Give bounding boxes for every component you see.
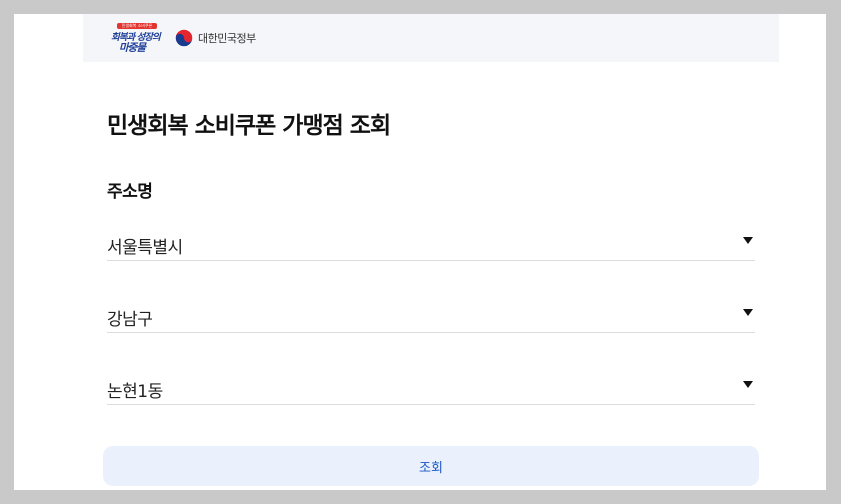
header-bar: 민생회복 소비쿠폰 회복과 성장의 마중물 대한민국정부 (83, 14, 779, 62)
campaign-logo-line2: 마중물 (119, 42, 146, 54)
page-title: 민생회복 소비쿠폰 가맹점 조회 (107, 113, 391, 139)
sido-value: 서울특별시 (107, 238, 183, 258)
caret-down-icon (743, 381, 753, 388)
dong-value: 논현1동 (107, 382, 163, 402)
sigungu-select[interactable]: 강남구 (107, 298, 755, 333)
gov-logo[interactable]: 대한민국정부 (175, 27, 256, 49)
caret-down-icon (743, 309, 753, 316)
address-label: 주소명 (107, 182, 153, 202)
sigungu-value: 강남구 (107, 310, 153, 330)
search-button[interactable]: 조회 (103, 446, 759, 486)
campaign-logo[interactable]: 민생회복 소비쿠폰 회복과 성장의 마중물 (109, 23, 165, 54)
sido-select[interactable]: 서울특별시 (107, 226, 755, 261)
caret-down-icon (743, 237, 753, 244)
taegeuk-emblem-icon (175, 29, 193, 47)
page-frame: 민생회복 소비쿠폰 회복과 성장의 마중물 대한민국정부 민생회복 소비쿠폰 가… (14, 14, 826, 490)
dong-select[interactable]: 논현1동 (107, 370, 755, 405)
gov-name: 대한민국정부 (198, 32, 256, 45)
